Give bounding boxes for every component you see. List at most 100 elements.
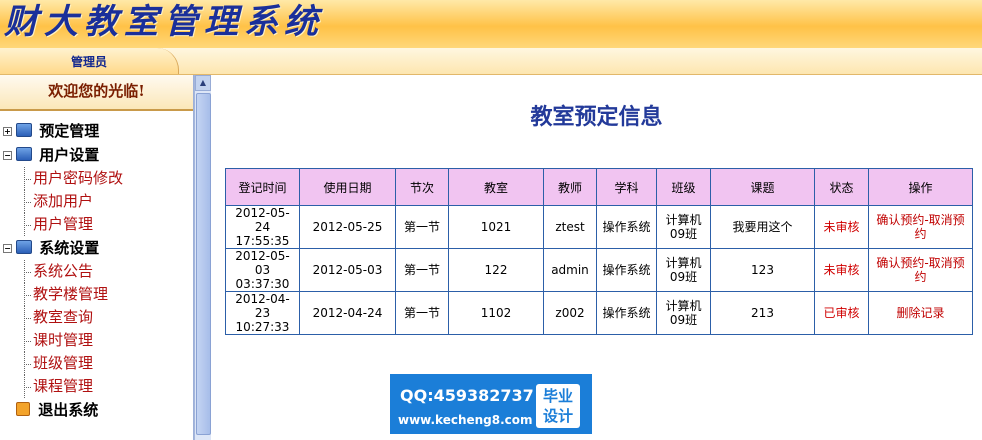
column-header: 课题 [710, 168, 815, 206]
sidebar-item-class-management[interactable]: 班级管理 [0, 352, 193, 375]
sidebar: 欢迎您的光临! + 预定管理 − 用户设置 用户密码修改 添加用户 用户管理 −… [0, 75, 194, 440]
reg-date: 2012-05-24 [235, 206, 290, 234]
use-date-cell: 2012-05-25 [299, 205, 396, 249]
room-cell: 122 [448, 248, 544, 292]
column-header: 登记时间 [225, 168, 300, 206]
confirm-booking-link[interactable]: 确认预约 [876, 213, 924, 227]
reg-clock: 17:55:35 [235, 234, 290, 248]
status-cell: 已审核 [814, 291, 869, 335]
action-cell: 确认预约-取消预约 [868, 248, 973, 292]
reg-time-cell: 2012-04-23 10:27:33 [225, 291, 300, 335]
exit-icon [16, 402, 30, 416]
watermark-badge: 毕业 设计 [536, 384, 580, 428]
sidebar-item-course-management[interactable]: 课程管理 [0, 375, 193, 398]
folder-icon [16, 147, 32, 161]
topic-cell: 213 [710, 291, 815, 335]
folder-icon [16, 123, 32, 137]
main-content: 教室预定信息 登记时间 使用日期 节次 教室 教师 学科 班级 课题 状态 操作… [211, 75, 982, 440]
badge-line1: 毕业 [542, 387, 573, 405]
badge-line2: 设计 [542, 407, 573, 425]
nav-tree: + 预定管理 − 用户设置 用户密码修改 添加用户 用户管理 − 系统设置 系统… [0, 111, 193, 422]
period-cell: 第一节 [395, 291, 449, 335]
sidebar-item-user-management[interactable]: 用户管理 [0, 213, 193, 236]
app-header: 财大教室管理系统 [0, 0, 982, 48]
sidebar-item-building-management[interactable]: 教学楼管理 [0, 283, 193, 306]
scroll-up-arrow-icon[interactable]: ▲ [195, 75, 211, 91]
column-header: 教师 [543, 168, 597, 206]
action-cell: 确认预约-取消预约 [868, 205, 973, 249]
reg-date: 2012-05-03 [235, 249, 290, 277]
period-cell: 第一节 [395, 248, 449, 292]
booking-table: 登记时间 使用日期 节次 教室 教师 学科 班级 课题 状态 操作 2012-0… [225, 168, 973, 335]
subject-cell: 操作系统 [596, 248, 657, 292]
topic-cell: 123 [710, 248, 815, 292]
room-cell: 1102 [448, 291, 544, 335]
class-cell: 计算机 09班 [656, 291, 711, 335]
watermark-site: www.kecheng8.com [398, 413, 533, 427]
status-cell: 未审核 [814, 248, 869, 292]
use-date-cell: 2012-04-24 [299, 291, 396, 335]
sidebar-group-label: 系统设置 [39, 239, 100, 257]
sidebar-group-user-settings[interactable]: − 用户设置 [0, 143, 193, 167]
folder-icon [16, 240, 32, 254]
class-number: 09班 [669, 227, 698, 241]
subject-cell: 操作系统 [596, 205, 657, 249]
column-header: 状态 [814, 168, 869, 206]
sidebar-item-exit[interactable]: 退出系统 [0, 398, 193, 422]
use-date-cell: 2012-05-03 [299, 248, 396, 292]
sidebar-item-add-user[interactable]: 添加用户 [0, 190, 193, 213]
table-header-row: 登记时间 使用日期 节次 教室 教师 学科 班级 课题 状态 操作 [225, 168, 973, 206]
topic-cell: 我要用这个 [710, 205, 815, 249]
teacher-cell: admin [543, 248, 597, 292]
column-header: 学科 [596, 168, 657, 206]
column-header: 节次 [395, 168, 449, 206]
class-name: 计算机 [665, 256, 702, 270]
column-header: 操作 [868, 168, 973, 206]
delete-record-link[interactable]: 删除记录 [896, 306, 944, 320]
reg-time-cell: 2012-05-03 03:37:30 [225, 248, 300, 292]
sidebar-item-classroom-query[interactable]: 教室查询 [0, 306, 193, 329]
sidebar-group-booking[interactable]: + 预定管理 [0, 119, 193, 143]
expand-minus-icon[interactable]: − [3, 244, 12, 253]
sidebar-item-announcement[interactable]: 系统公告 [0, 260, 193, 283]
tab-strip: 管理员 [0, 48, 982, 75]
subject-cell: 操作系统 [596, 291, 657, 335]
sidebar-group-label: 用户设置 [39, 146, 100, 164]
reg-date: 2012-04-23 [235, 292, 290, 320]
teacher-cell: z002 [543, 291, 597, 335]
action-cell: 删除记录 [868, 291, 973, 335]
sidebar-item-change-password[interactable]: 用户密码修改 [0, 167, 193, 190]
class-name: 计算机 [665, 299, 702, 313]
tab-admin-role[interactable]: 管理员 [0, 48, 179, 74]
table-row: 2012-05-03 03:37:30 2012-05-03 第一节 122 ad… [225, 248, 973, 292]
teacher-cell: ztest [543, 205, 597, 249]
expand-minus-icon[interactable]: − [3, 151, 12, 160]
class-cell: 计算机 09班 [656, 205, 711, 249]
expand-plus-icon[interactable]: + [3, 127, 12, 136]
reg-time-cell: 2012-05-24 17:55:35 [225, 205, 300, 249]
column-header: 班级 [656, 168, 711, 206]
reg-clock: 03:37:30 [235, 277, 290, 291]
welcome-banner: 欢迎您的光临! [0, 75, 193, 111]
app-title: 财大教室管理系统 [4, 2, 324, 42]
sidebar-group-system-settings[interactable]: − 系统设置 [0, 236, 193, 260]
table-row: 2012-05-24 17:55:35 2012-05-25 第一节 1021 z… [225, 205, 973, 249]
column-header: 教室 [448, 168, 544, 206]
watermark: QQ:459382737 www.kecheng8.com 毕业设计 [390, 374, 592, 434]
confirm-booking-link[interactable]: 确认预约 [876, 256, 924, 270]
class-number: 09班 [669, 313, 698, 327]
class-cell: 计算机 09班 [656, 248, 711, 292]
sidebar-scrollbar[interactable]: ▲ [194, 75, 211, 440]
scroll-thumb[interactable] [196, 93, 211, 435]
page-title: 教室预定信息 [530, 104, 663, 130]
table-row: 2012-04-23 10:27:33 2012-04-24 第一节 1102 z… [225, 291, 973, 335]
column-header: 使用日期 [299, 168, 396, 206]
class-name: 计算机 [665, 213, 702, 227]
sidebar-group-label: 预定管理 [39, 122, 100, 140]
period-cell: 第一节 [395, 205, 449, 249]
reg-clock: 10:27:33 [235, 320, 290, 334]
watermark-qq: QQ:459382737 [400, 386, 534, 405]
sidebar-item-period-management[interactable]: 课时管理 [0, 329, 193, 352]
sidebar-exit-label: 退出系统 [38, 401, 99, 419]
status-cell: 未审核 [814, 205, 869, 249]
